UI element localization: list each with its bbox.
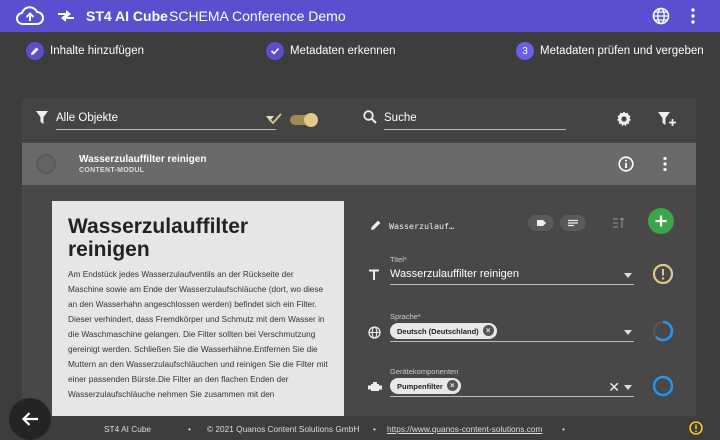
gear-icon[interactable]	[616, 111, 632, 127]
globe-icon[interactable]	[652, 7, 670, 25]
top-app-bar: ST4 AI Cube SCHEMA Conference Demo	[0, 0, 720, 32]
step-label: Inhalte hinzufügen	[50, 45, 144, 57]
footer-link[interactable]: https://www.quanos-content-solutions.com	[387, 424, 542, 434]
toggle-switch[interactable]	[290, 113, 318, 127]
back-button[interactable]	[9, 398, 51, 440]
title-text-icon	[369, 269, 379, 280]
pencil-icon[interactable]	[370, 219, 382, 231]
field-label: Sprache*	[390, 312, 421, 321]
object-filter-select[interactable]: Alle Objekte	[56, 108, 276, 130]
progress-status-icon	[652, 320, 674, 342]
item-type: CONTENT-MODUL	[79, 167, 145, 174]
footer: ST4 AI Cube • © 2021 Quanos Content Solu…	[0, 416, 720, 440]
arrow-left-icon	[21, 412, 38, 426]
text-chip[interactable]	[560, 215, 586, 231]
chip-remove-icon[interactable]: ×	[482, 325, 494, 336]
pencil-icon	[26, 42, 44, 60]
language-input[interactable]: Deutsch (Deutschland) ×	[390, 322, 634, 342]
add-filter-icon[interactable]	[658, 111, 676, 127]
chip-label: Deutsch (Deutschland)	[397, 327, 479, 336]
clear-icon[interactable]: ✕	[608, 379, 620, 396]
title-field[interactable]: Titel* Wasserzulauffilter reinigen	[362, 255, 692, 295]
info-icon[interactable]	[618, 156, 634, 172]
filter-icon	[36, 111, 48, 124]
language-field[interactable]: Sprache* Deutsch (Deutschland) ×	[362, 312, 692, 352]
tag-icon	[537, 220, 546, 226]
search-placeholder: Suche	[384, 112, 417, 124]
footer-product: ST4 AI Cube	[104, 424, 152, 434]
warning-status-icon	[652, 263, 674, 285]
sort-icon[interactable]	[612, 217, 626, 229]
more-vert-icon[interactable]	[686, 7, 700, 25]
field-label: Gerätekomponenten	[390, 367, 459, 376]
more-vert-icon[interactable]	[662, 156, 668, 172]
item-title: Wasserzulauffilter reinigen	[79, 154, 207, 165]
add-metadata-button[interactable]	[648, 208, 674, 234]
plus-icon	[655, 215, 667, 227]
field-value: Wasserzulauffilter reinigen	[390, 268, 520, 280]
footer-separator: •	[562, 424, 565, 434]
chevron-down-icon[interactable]	[624, 273, 632, 278]
search-icon	[363, 110, 377, 124]
title-input[interactable]: Wasserzulauffilter reinigen	[390, 265, 634, 285]
swap-arrows-icon[interactable]	[56, 8, 76, 24]
check-icon	[268, 113, 282, 125]
cloud-upload-icon[interactable]	[16, 6, 44, 26]
toggle-thumb	[304, 113, 318, 127]
workflow-stepper: Inhalte hinzufügen Metadaten erkennen 3 …	[0, 32, 720, 72]
footer-separator: •	[373, 424, 376, 434]
app-name: ST4 AI Cube	[86, 8, 168, 24]
preview-body: Am Endstück jedes Wasserzulaufventils an…	[68, 269, 328, 399]
step-review-metadata[interactable]: 3 Metadaten prüfen und vergeben	[516, 42, 704, 60]
step-label: Metadaten erkennen	[290, 45, 396, 57]
footer-copyright: © 2021 Quanos Content Solutions GmbH	[207, 424, 360, 434]
preview-heading: Wasserzulauffilter reinigen	[68, 215, 249, 261]
select-radio[interactable]	[36, 154, 56, 174]
footer-separator: •	[188, 424, 191, 434]
component-chip[interactable]: Pumpenfilter ×	[390, 378, 461, 394]
filter-select-value: Alle Objekte	[56, 112, 119, 124]
filter-bar: Alle Objekte Suche	[22, 99, 696, 141]
components-field[interactable]: Gerätekomponenten Pumpenfilter × ✕	[362, 367, 692, 407]
step-number: 3	[516, 42, 534, 60]
project-name: SCHEMA Conference Demo	[169, 8, 346, 24]
step-label: Metadaten prüfen und vergeben	[540, 45, 704, 57]
chip-remove-icon[interactable]: ×	[446, 380, 458, 391]
step-add-content[interactable]: Inhalte hinzufügen	[26, 42, 144, 60]
field-label: Titel*	[390, 255, 407, 264]
tag-chip[interactable]	[528, 215, 554, 231]
check-icon	[266, 42, 284, 60]
empty-status-icon	[652, 375, 674, 397]
document-preview: Wasserzulauffilter reinigen Am Endstück …	[52, 201, 344, 416]
chevron-down-icon[interactable]	[624, 385, 632, 390]
language-chip[interactable]: Deutsch (Deutschland) ×	[390, 323, 497, 339]
step-detect-metadata[interactable]: Metadaten erkennen	[266, 42, 396, 60]
metadata-panel: Wasserzulauf… Titel* Wasserzulauffilter …	[362, 201, 692, 416]
content-panel: Alle Objekte Suche Wasserzulauffilter re…	[22, 99, 696, 416]
globe-icon	[368, 326, 381, 339]
chevron-down-icon[interactable]	[624, 330, 632, 335]
file-name: Wasserzulauf…	[389, 221, 454, 231]
chip-label: Pumpenfilter	[397, 382, 443, 391]
warning-icon[interactable]	[689, 421, 703, 435]
components-input[interactable]: Pumpenfilter × ✕	[390, 377, 634, 397]
search-input[interactable]: Suche	[384, 108, 566, 130]
text-lines-icon	[568, 219, 578, 227]
content-module-row[interactable]: Wasserzulauffilter reinigen CONTENT-MODU…	[22, 143, 696, 185]
component-icon	[368, 382, 382, 391]
